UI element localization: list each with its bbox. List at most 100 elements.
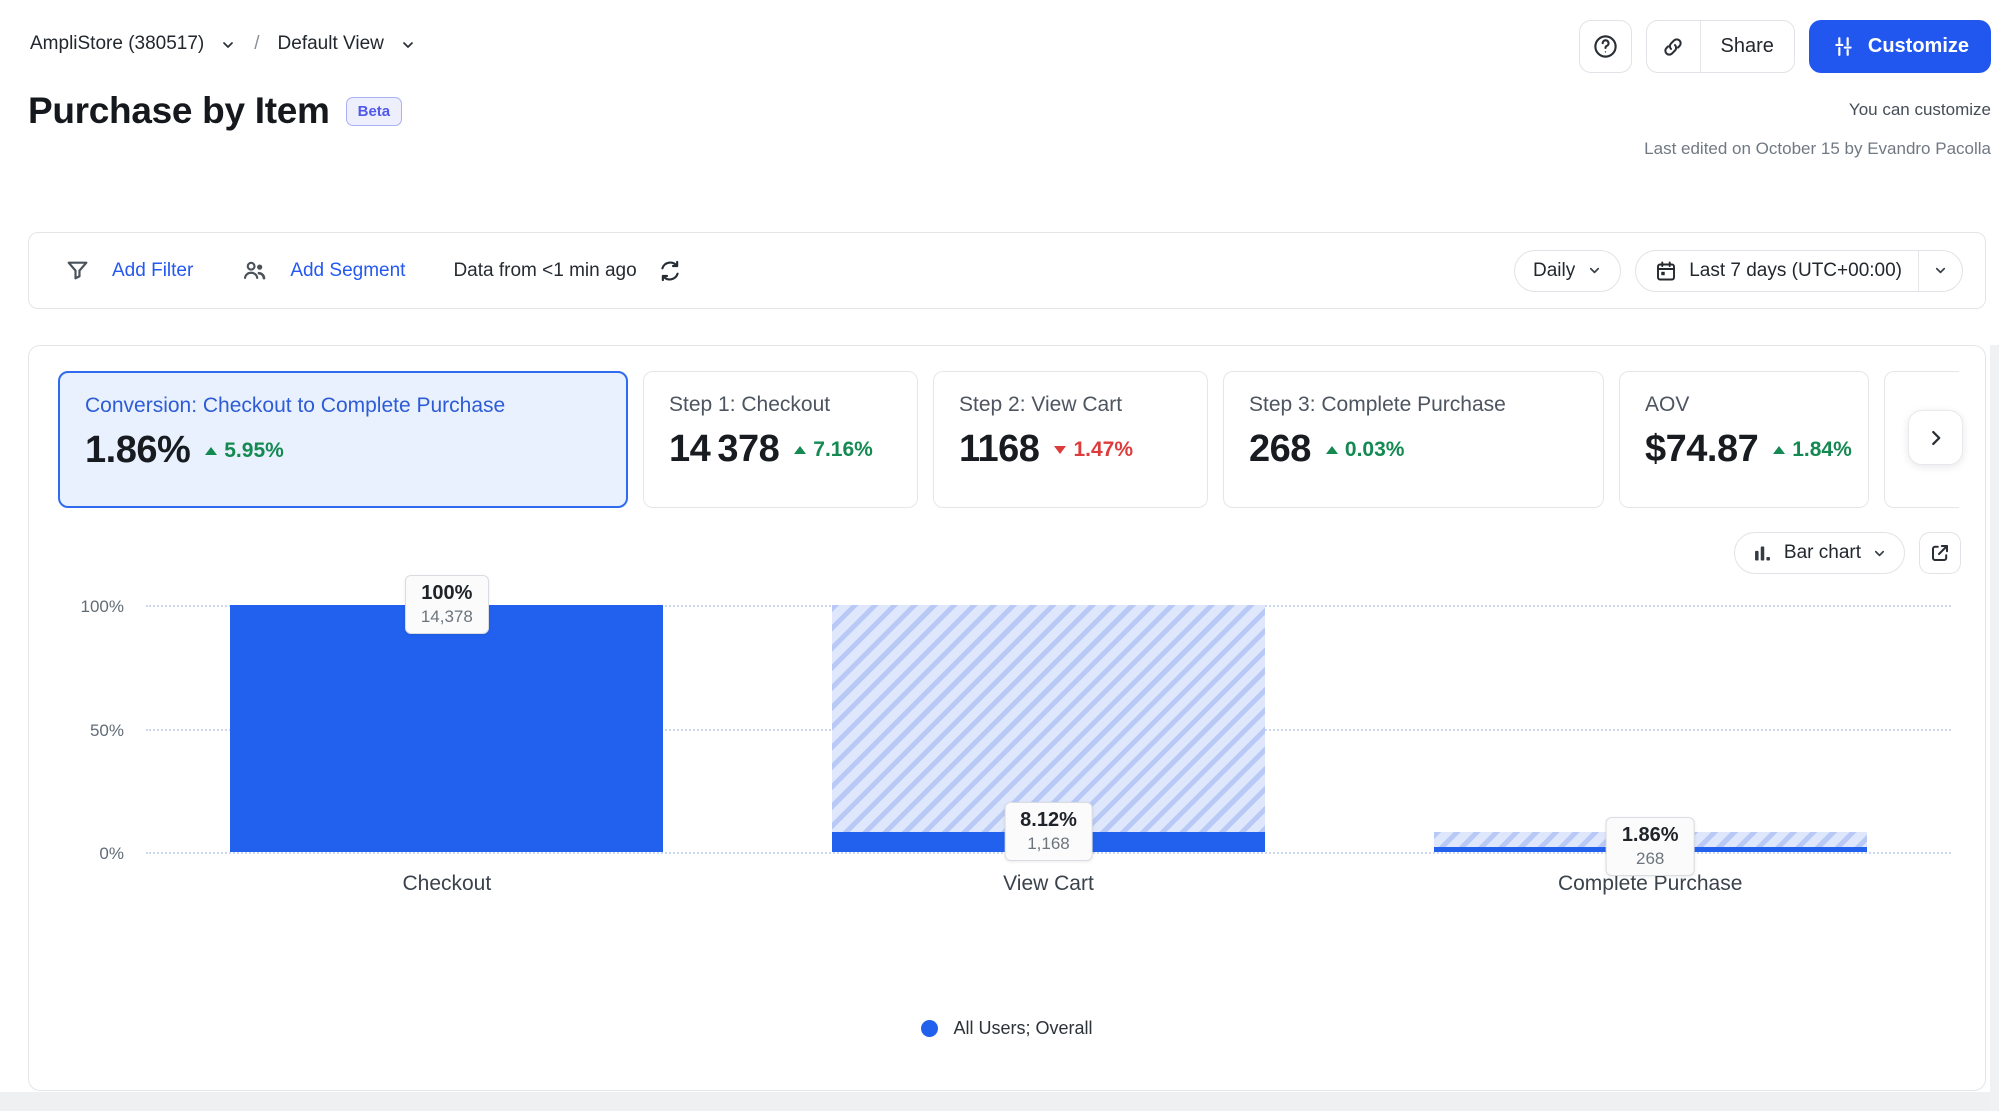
date-range-control: Last 7 days (UTC+00:00) bbox=[1635, 250, 1963, 292]
metric-value: 1168 bbox=[959, 428, 1039, 471]
metric-label: Step 2: View Cart bbox=[959, 393, 1182, 417]
metric-delta: 0.03% bbox=[1326, 438, 1405, 462]
metric-value: 1.86% bbox=[85, 429, 190, 472]
metric-label: Step 1: Checkout bbox=[669, 393, 892, 417]
up-arrow-icon bbox=[205, 447, 217, 455]
page-title: Purchase by Item bbox=[28, 90, 330, 132]
chart-panel: Conversion: Checkout to Complete Purchas… bbox=[28, 345, 1986, 1091]
bar-converted-segment[interactable] bbox=[1434, 847, 1867, 852]
link-icon bbox=[1660, 34, 1686, 60]
bar-dropoff-segment[interactable] bbox=[1434, 832, 1867, 847]
up-arrow-icon bbox=[1773, 446, 1785, 454]
add-filter-button[interactable]: Add Filter bbox=[65, 258, 193, 283]
chevron-down-icon bbox=[220, 37, 236, 53]
metric-value: 268 bbox=[1249, 428, 1311, 471]
granularity-label: Daily bbox=[1533, 260, 1575, 282]
customize-label: Customize bbox=[1868, 35, 1969, 58]
metric-card-conversion[interactable]: Conversion: Checkout to Complete Purchas… bbox=[58, 371, 628, 508]
external-link-icon bbox=[1928, 541, 1952, 565]
share-button-group: Share bbox=[1646, 20, 1795, 73]
bar-chart-icon bbox=[1752, 543, 1773, 564]
y-axis-tick: 50% bbox=[90, 721, 124, 741]
funnel-icon bbox=[65, 258, 90, 283]
legend-dot-icon bbox=[921, 1020, 938, 1037]
open-in-new-button[interactable] bbox=[1919, 532, 1961, 574]
up-arrow-icon bbox=[794, 446, 806, 454]
metric-delta: 7.16% bbox=[794, 438, 873, 462]
date-range-chevron-button[interactable] bbox=[1918, 251, 1962, 291]
view-name: Default View bbox=[278, 33, 384, 55]
chevron-right-icon bbox=[1925, 427, 1947, 449]
sliders-icon bbox=[1831, 34, 1856, 59]
date-range-label: Last 7 days (UTC+00:00) bbox=[1689, 260, 1902, 282]
customize-button[interactable]: Customize bbox=[1809, 20, 1991, 73]
cards-next-button[interactable] bbox=[1908, 410, 1963, 465]
project-selector[interactable]: AmpliStore (380517) bbox=[30, 33, 236, 55]
dashboard-page: AmpliStore (380517) / Default View Purch… bbox=[0, 0, 1999, 1111]
up-arrow-icon bbox=[1326, 446, 1338, 454]
refresh-icon bbox=[657, 258, 683, 284]
date-range-button[interactable]: Last 7 days (UTC+00:00) bbox=[1636, 251, 1918, 291]
metric-delta: 1.47% bbox=[1054, 438, 1133, 462]
breadcrumb-separator: / bbox=[254, 33, 259, 55]
x-axis-labels: Checkout View Cart Complete Purchase bbox=[146, 872, 1951, 896]
bar-view-cart[interactable]: 8.12% 1,168 bbox=[748, 605, 1350, 852]
legend-label: All Users; Overall bbox=[953, 1018, 1092, 1039]
bar-converted-segment[interactable] bbox=[832, 832, 1265, 852]
add-segment-label: Add Segment bbox=[290, 260, 405, 282]
copy-link-button[interactable] bbox=[1647, 21, 1701, 72]
granularity-dropdown[interactable]: Daily bbox=[1514, 250, 1621, 292]
chevron-down-icon bbox=[400, 37, 416, 53]
chart-type-dropdown[interactable]: Bar chart bbox=[1734, 532, 1905, 574]
x-axis-label-complete-purchase: Complete Purchase bbox=[1349, 872, 1951, 896]
breadcrumb: AmpliStore (380517) / Default View bbox=[30, 33, 416, 55]
last-edited-text: Last edited on October 15 by Evandro Pac… bbox=[1644, 139, 1991, 159]
metric-delta: 5.95% bbox=[205, 439, 284, 463]
project-name: AmpliStore (380517) bbox=[30, 33, 204, 55]
calendar-icon bbox=[1654, 259, 1678, 283]
share-button[interactable]: Share bbox=[1701, 21, 1794, 72]
filter-toolbar: Add Filter Add Segment Data from <1 min … bbox=[28, 232, 1986, 309]
header-actions: Share Customize bbox=[1579, 20, 1992, 73]
metric-value: $74.87 bbox=[1645, 428, 1758, 471]
bar-complete-purchase[interactable]: 1.86% 268 bbox=[1349, 605, 1951, 852]
add-segment-button[interactable]: Add Segment bbox=[241, 257, 405, 284]
down-arrow-icon bbox=[1054, 446, 1066, 454]
chevron-down-icon bbox=[1872, 546, 1887, 561]
help-button[interactable] bbox=[1579, 20, 1632, 73]
funnel-bar-chart: 100% 50% 0% 100% 14,378 8.12% 1,168 bbox=[146, 605, 1951, 852]
add-filter-label: Add Filter bbox=[112, 260, 193, 282]
gridline-0: 0% bbox=[146, 852, 1951, 854]
customize-note: You can customize bbox=[1849, 100, 1991, 120]
bar-converted-segment[interactable] bbox=[230, 605, 663, 852]
metric-delta: 1.84% bbox=[1773, 438, 1852, 462]
bar-dropoff-segment[interactable] bbox=[832, 605, 1265, 832]
beta-badge: Beta bbox=[346, 97, 403, 126]
view-selector[interactable]: Default View bbox=[278, 33, 416, 55]
title-row: Purchase by Item Beta bbox=[28, 90, 402, 132]
chart-type-label: Bar chart bbox=[1784, 542, 1861, 564]
bar-checkout[interactable]: 100% 14,378 bbox=[146, 605, 748, 852]
metric-card-step3-complete-purchase[interactable]: Step 3: Complete Purchase 268 0.03% bbox=[1223, 371, 1604, 508]
metric-cards-row: Conversion: Checkout to Complete Purchas… bbox=[58, 371, 1959, 508]
help-icon bbox=[1592, 33, 1619, 60]
page-right-strip bbox=[1990, 345, 1999, 1111]
metric-card-step1-checkout[interactable]: Step 1: Checkout 14 378 7.16% bbox=[643, 371, 918, 508]
metric-label: AOV bbox=[1645, 393, 1843, 417]
filter-toolbar-right: Daily Last 7 days (UTC+00:00) bbox=[1514, 250, 1963, 292]
metric-card-aov[interactable]: AOV $74.87 1.84% bbox=[1619, 371, 1869, 508]
refresh-button[interactable] bbox=[657, 258, 683, 284]
metric-card-step2-view-cart[interactable]: Step 2: View Cart 1168 1.47% bbox=[933, 371, 1208, 508]
data-freshness-text: Data from <1 min ago bbox=[453, 260, 636, 282]
chevron-down-icon bbox=[1587, 263, 1602, 278]
legend-item-all-users[interactable]: All Users; Overall bbox=[29, 1018, 1985, 1039]
page-bottom-strip bbox=[0, 1092, 1999, 1111]
metric-label: Conversion: Checkout to Complete Purchas… bbox=[85, 394, 601, 418]
users-icon bbox=[241, 257, 268, 284]
metric-label: Step 3: Complete Purchase bbox=[1249, 393, 1578, 417]
chart-controls: Bar chart bbox=[1734, 532, 1961, 574]
chevron-down-icon bbox=[1933, 263, 1948, 278]
y-axis-tick: 100% bbox=[81, 597, 124, 617]
x-axis-label-view-cart: View Cart bbox=[748, 872, 1350, 896]
metric-value: 14 378 bbox=[669, 428, 779, 471]
